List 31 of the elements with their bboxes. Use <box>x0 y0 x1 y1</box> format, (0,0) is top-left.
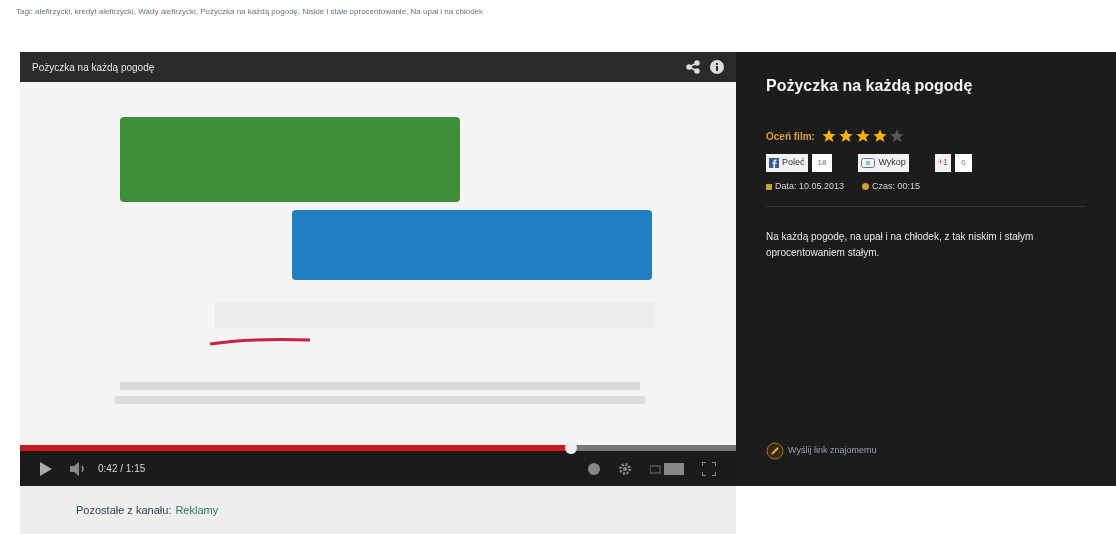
facebook-icon <box>769 158 779 168</box>
date-text: Data: 10.05.2013 <box>775 180 845 193</box>
settings-icon[interactable] <box>618 461 632 476</box>
share-count: 18 <box>811 154 833 172</box>
star-icon[interactable] <box>837 128 854 144</box>
fullscreen-icon[interactable] <box>702 461 716 476</box>
channel-label: Pozostałe z kanału: <box>76 502 172 518</box>
plus-one-button[interactable]: +1 <box>934 154 952 172</box>
share-icon[interactable] <box>686 60 700 74</box>
video-description: Na każdą pogodę, na upał i na chłodek, z tak niskim i stałym oprocentowaniem stałym. <box>766 229 1035 260</box>
tags-text: Tagi: alefirzycki, kredyt alefirzycki, Wady alefirzycki, Pożyczka na każdą pogodę, Niskie i stałe oprocentowanie, Na upał i na chłodek <box>16 6 485 18</box>
duration-text: Czas: 00:15 <box>872 180 921 193</box>
star-rating[interactable] <box>820 128 905 144</box>
screen-size-icon[interactable] <box>650 461 684 476</box>
star-icon[interactable] <box>888 128 905 144</box>
wykop-button[interactable]: Wykop <box>858 154 909 172</box>
star-icon[interactable] <box>871 128 888 144</box>
send-link[interactable]: Wyślij link znajomemu <box>766 442 1086 460</box>
channel-link[interactable]: Reklamy <box>175 501 219 519</box>
video-heading: Pożyczka na każdą pogodę <box>766 76 974 96</box>
star-icon[interactable] <box>854 128 871 144</box>
time-display: 0:42 / 1:15 <box>98 462 146 476</box>
play-icon[interactable] <box>40 461 52 476</box>
video-title: Pożyczka na każdą pogodę <box>32 60 155 75</box>
info-icon[interactable] <box>710 60 724 74</box>
like-button[interactable]: Poleć <box>766 154 808 172</box>
wykop-icon <box>861 158 876 168</box>
star-icon[interactable] <box>820 128 837 144</box>
rating-label: Oceń film: <box>766 129 815 144</box>
volume-icon[interactable] <box>70 461 86 476</box>
share-count: 0 <box>955 154 972 172</box>
